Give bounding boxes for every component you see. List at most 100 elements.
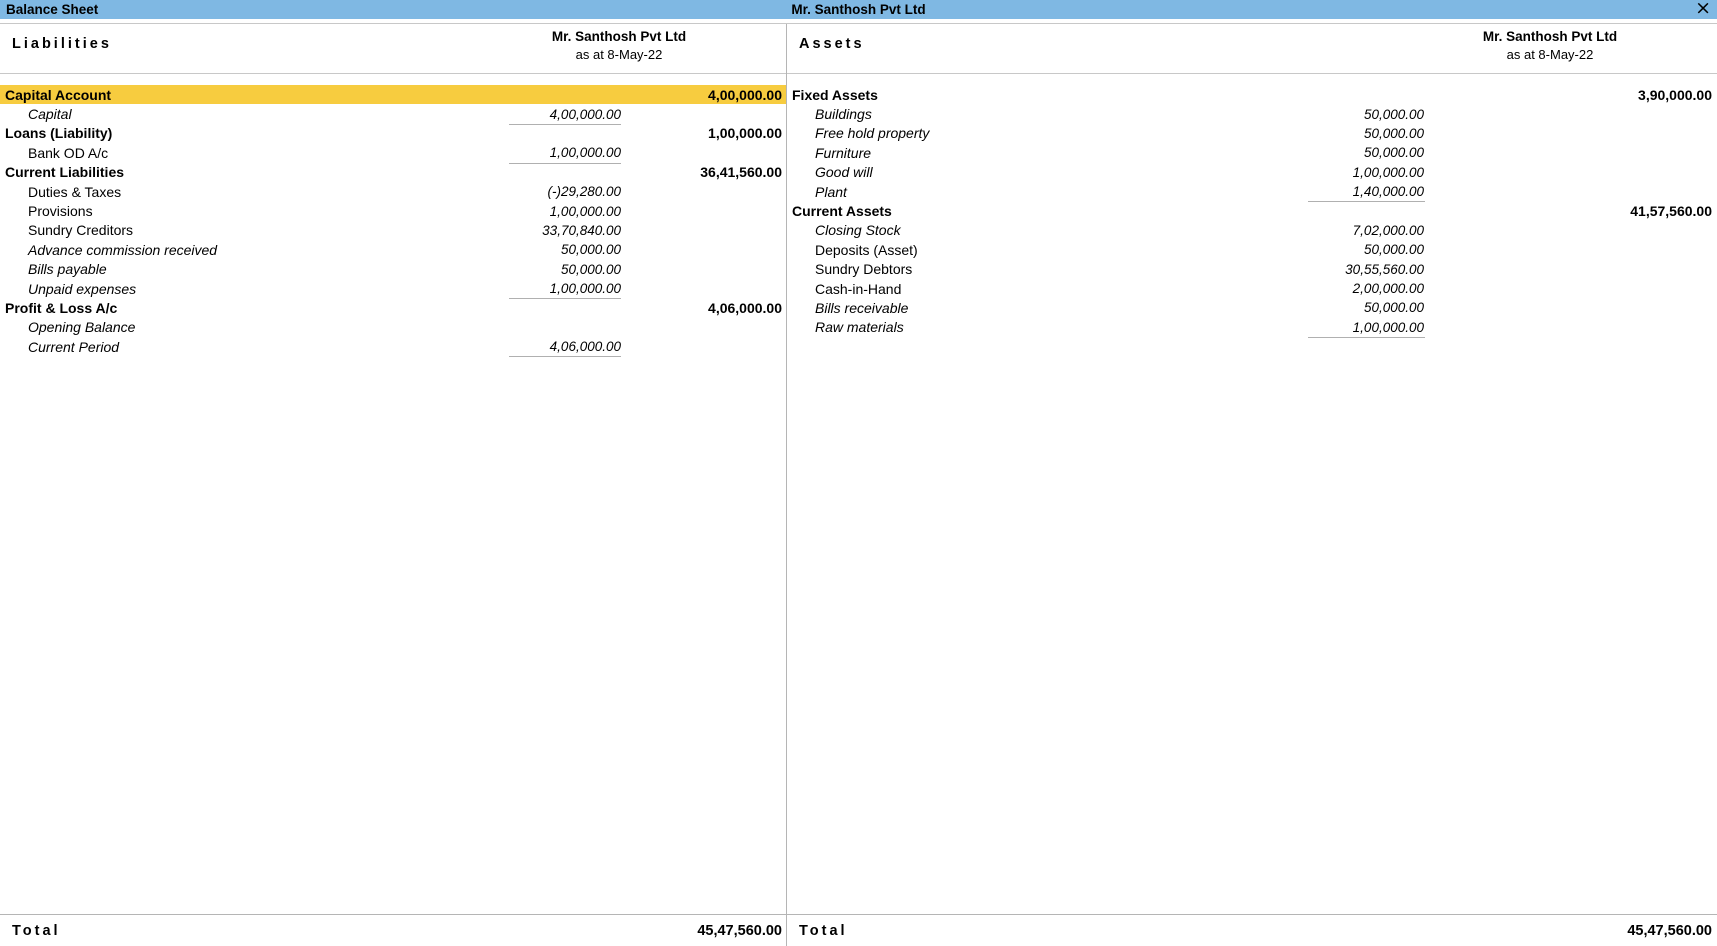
ledger-amount: 1,00,000.00 — [549, 203, 621, 219]
ledger-amount: 50,000.00 — [1363, 106, 1424, 122]
ledger-row[interactable]: Current Period 4,06,000.00 — [0, 337, 786, 356]
group-total-amount: 3,90,000.00 — [1638, 86, 1712, 103]
ledger-label: Furniture — [815, 144, 872, 161]
ledger-label: Bills receivable — [815, 299, 909, 316]
ledger-label: Cash-in-Hand — [815, 280, 902, 297]
ledger-row[interactable]: Opening Balance — [0, 318, 786, 337]
group-label: Fixed Assets — [792, 86, 878, 103]
ledger-amount: 7,02,000.00 — [1352, 222, 1424, 238]
ledger-amount: 30,55,560.00 — [1345, 261, 1424, 277]
liabilities-total-amount: 45,47,560.00 — [697, 922, 782, 939]
assets-head-gap — [787, 74, 1717, 85]
company-title: Mr. Santhosh Pvt Ltd — [791, 2, 926, 17]
window-title-bar: Balance Sheet Mr. Santhosh Pvt Ltd × — [0, 0, 1717, 19]
ledger-row[interactable]: Provisions 1,00,000.00 — [0, 201, 786, 220]
liabilities-total-label: Total — [12, 922, 61, 939]
liabilities-head-gap — [0, 74, 786, 85]
ledger-row[interactable]: Advance commission received 50,000.00 — [0, 240, 786, 259]
liabilities-meta: Mr. Santhosh Pvt Ltd as at 8-May-22 — [464, 28, 774, 63]
group-row[interactable]: Current Assets 41,57,560.00 — [787, 201, 1717, 220]
assets-total-label: Total — [799, 922, 848, 939]
ledger-label: Unpaid expenses — [28, 280, 137, 297]
ledger-label: Buildings — [815, 106, 872, 123]
liabilities-rows: Capital Account 4,00,000.00 Capital 4,00,00… — [0, 85, 786, 358]
ledger-amount: 50,000.00 — [1363, 300, 1424, 316]
ledger-amount: 2,00,000.00 — [1352, 281, 1424, 297]
ledger-row[interactable]: Unpaid expenses 1,00,000.00 — [0, 279, 786, 298]
ledger-row[interactable]: Furniture 50,000.00 — [787, 143, 1717, 162]
group-total-amount: 1,00,000.00 — [708, 125, 782, 142]
ledger-label: Sundry Creditors — [28, 222, 134, 239]
ledger-label: Provisions — [28, 203, 93, 220]
ledger-row[interactable]: Buildings 50,000.00 — [787, 104, 1717, 123]
ledger-amount: 1,00,000.00 — [549, 145, 621, 161]
ledger-row[interactable]: Deposits (Asset) 50,000.00 — [787, 240, 1717, 259]
rule-line — [509, 356, 621, 358]
group-total-amount: 36,41,560.00 — [700, 164, 782, 181]
assets-meta: Mr. Santhosh Pvt Ltd as at 8-May-22 — [1395, 28, 1705, 63]
ledger-row[interactable]: Closing Stock 7,02,000.00 — [787, 221, 1717, 240]
assets-company-name: Mr. Santhosh Pvt Ltd — [1482, 29, 1618, 44]
liabilities-heading: Liabilities — [12, 36, 112, 52]
ledger-label: Free hold property — [815, 125, 930, 142]
ledger-label: Current Period — [28, 338, 120, 355]
ledger-row[interactable]: Plant 1,40,000.00 — [787, 182, 1717, 201]
assets-rows: Fixed Assets 3,90,000.00 Buildings 50,000.0… — [787, 85, 1717, 339]
liabilities-panel: Liabilities Mr. Santhosh Pvt Ltd as at 8… — [0, 24, 787, 946]
ledger-amount: 1,00,000.00 — [1352, 164, 1424, 180]
ledger-amount: 50,000.00 — [560, 261, 621, 277]
ledger-row[interactable]: Bank OD A/c 1,00,000.00 — [0, 143, 786, 162]
ledger-row[interactable]: Duties & Taxes (-)29,280.00 — [0, 182, 786, 201]
ledger-label: Capital — [28, 106, 72, 123]
balance-sheet-body: Liabilities Mr. Santhosh Pvt Ltd as at 8… — [0, 24, 1717, 946]
group-row[interactable]: Loans (Liability) 1,00,000.00 — [0, 124, 786, 143]
group-row[interactable]: Capital Account 4,00,000.00 — [0, 85, 786, 105]
rule-line — [1308, 337, 1425, 339]
group-label: Capital Account — [5, 86, 112, 103]
ledger-amount: 33,70,840.00 — [542, 222, 621, 238]
assets-panel: Assets Mr. Santhosh Pvt Ltd as at 8-May-… — [787, 24, 1717, 946]
ledger-row[interactable]: Sundry Debtors 30,55,560.00 — [787, 260, 1717, 279]
group-row[interactable]: Current Liabilities 36,41,560.00 — [0, 163, 786, 182]
assets-total-amount: 45,47,560.00 — [1627, 922, 1712, 939]
ledger-row[interactable]: Raw materials 1,00,000.00 — [787, 318, 1717, 337]
ledger-row[interactable]: Cash-in-Hand 2,00,000.00 — [787, 279, 1717, 298]
ledger-label: Opening Balance — [28, 319, 136, 336]
ledger-label: Plant — [815, 183, 847, 200]
group-total-amount: 41,57,560.00 — [1630, 203, 1712, 220]
group-label: Current Liabilities — [5, 164, 125, 181]
liabilities-company-name: Mr. Santhosh Pvt Ltd — [551, 29, 687, 44]
ledger-label: Bills payable — [28, 261, 107, 278]
ledger-label: Good will — [815, 164, 873, 181]
ledger-amount: 50,000.00 — [1363, 145, 1424, 161]
ledger-label: Advance commission received — [28, 241, 218, 258]
ledger-row[interactable]: Bills payable 50,000.00 — [0, 260, 786, 279]
ledger-row[interactable]: Bills receivable 50,000.00 — [787, 298, 1717, 317]
ledger-amount: 4,06,000.00 — [549, 339, 621, 355]
ledger-amount: 4,00,000.00 — [549, 106, 621, 122]
liabilities-total-row: Total 45,47,560.00 — [0, 914, 786, 946]
ledger-row[interactable]: Free hold property 50,000.00 — [787, 124, 1717, 143]
assets-heading: Assets — [799, 36, 865, 52]
assets-as-at-date: as at 8-May-22 — [1506, 46, 1594, 62]
group-row[interactable]: Profit & Loss A/c 4,06,000.00 — [0, 298, 786, 317]
ledger-amount: 50,000.00 — [560, 242, 621, 258]
ledger-row[interactable]: Sundry Creditors 33,70,840.00 — [0, 221, 786, 240]
group-label: Profit & Loss A/c — [5, 299, 118, 316]
ledger-label: Deposits (Asset) — [815, 241, 918, 258]
close-icon[interactable]: × — [1695, 0, 1711, 18]
ledger-amount: 50,000.00 — [1363, 125, 1424, 141]
group-label: Current Assets — [792, 203, 892, 220]
ledger-amount: (-)29,280.00 — [547, 184, 621, 200]
ledger-label: Closing Stock — [815, 222, 901, 239]
ledger-label: Sundry Debtors — [815, 261, 913, 278]
ledger-amount: 50,000.00 — [1363, 242, 1424, 258]
ledger-label: Duties & Taxes — [28, 183, 122, 200]
group-row[interactable]: Fixed Assets 3,90,000.00 — [787, 85, 1717, 104]
ledger-label: Bank OD A/c — [28, 144, 109, 161]
group-total-amount: 4,00,000.00 — [708, 86, 782, 103]
ledger-row[interactable]: Good will 1,00,000.00 — [787, 163, 1717, 182]
ledger-amount: 1,00,000.00 — [549, 281, 621, 297]
ledger-row[interactable]: Capital 4,00,000.00 — [0, 104, 786, 123]
ledger-label: Raw materials — [815, 319, 904, 336]
